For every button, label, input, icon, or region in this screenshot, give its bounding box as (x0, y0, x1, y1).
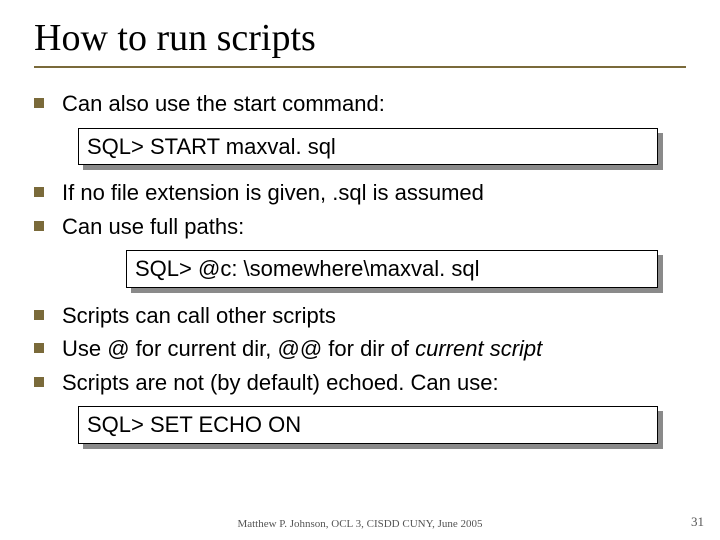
bullet-item: Use @ for current dir, @@ for dir of cur… (34, 335, 686, 363)
bullet-item: Can also use the start command: (34, 90, 686, 118)
code-box: SQL> SET ECHO ON (78, 406, 658, 444)
code-box-content: SQL> SET ECHO ON (78, 406, 658, 444)
code-box: SQL> @c: \somewhere\maxval. sql (126, 250, 658, 288)
code-box-content: SQL> START maxval. sql (78, 128, 658, 166)
bullet-text-part: Use @ for current dir, @@ for dir of (62, 336, 415, 361)
code-box: SQL> START maxval. sql (78, 128, 658, 166)
bullet-item: Scripts can call other scripts (34, 302, 686, 330)
title-underline: How to run scripts (34, 16, 686, 68)
square-bullet-icon (34, 98, 44, 108)
code-box-content: SQL> @c: \somewhere\maxval. sql (126, 250, 658, 288)
page-number: 31 (691, 514, 704, 530)
bullet-item: Scripts are not (by default) echoed. Can… (34, 369, 686, 397)
bullet-item: Can use full paths: (34, 213, 686, 241)
bullet-item: If no file extension is given, .sql is a… (34, 179, 686, 207)
square-bullet-icon (34, 310, 44, 320)
slide: How to run scripts Can also use the star… (0, 0, 720, 540)
slide-footer: Matthew P. Johnson, OCL 3, CISDD CUNY, J… (0, 518, 720, 530)
square-bullet-icon (34, 377, 44, 387)
square-bullet-icon (34, 343, 44, 353)
bullet-text: If no file extension is given, .sql is a… (62, 179, 686, 207)
bullet-text: Can also use the start command: (62, 90, 686, 118)
bullet-text: Can use full paths: (62, 213, 686, 241)
bullet-text: Use @ for current dir, @@ for dir of cur… (62, 335, 686, 363)
bullet-text: Scripts are not (by default) echoed. Can… (62, 369, 686, 397)
square-bullet-icon (34, 221, 44, 231)
bullet-text: Scripts can call other scripts (62, 302, 686, 330)
square-bullet-icon (34, 187, 44, 197)
slide-title: How to run scripts (34, 16, 686, 60)
bullet-text-emph: current script (415, 336, 542, 361)
slide-body: Can also use the start command: SQL> STA… (34, 90, 686, 444)
